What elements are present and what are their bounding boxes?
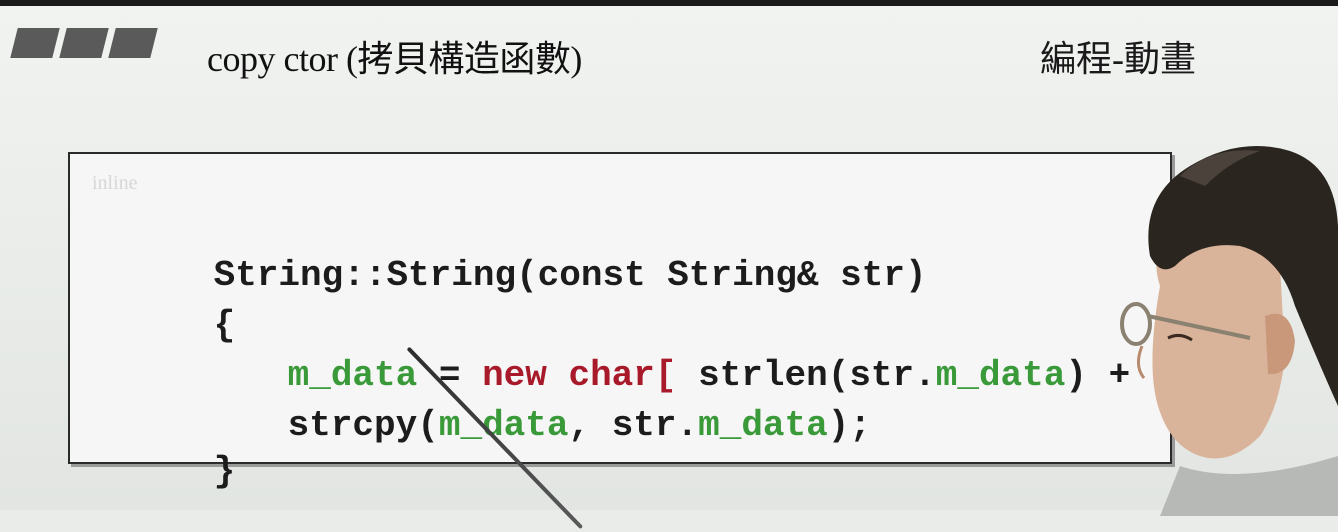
code-token: , str.: [568, 405, 699, 446]
ghost-label: inline: [92, 172, 138, 194]
presenter-silhouette-icon: [1120, 146, 1338, 516]
presenter-person: [1120, 106, 1338, 516]
code-token: }: [213, 451, 236, 492]
header-bar-1: [10, 28, 60, 58]
slide: copy ctor (拷貝構造函數) 編程-動畫 inline String::…: [0, 6, 1338, 530]
code-token: strcpy(: [287, 405, 439, 446]
code-token: );: [827, 405, 871, 446]
slide-title: copy ctor (拷貝構造函數): [207, 39, 582, 79]
slanted-bars-icon: [10, 28, 158, 60]
code-box: inline String::String(const String& str)…: [68, 152, 1172, 492]
code-token-member: m_data: [698, 405, 828, 446]
code-line-strcpy: strcpy(m_data, str.m_data);: [158, 366, 871, 486]
code-line-close-brace: }: [84, 412, 236, 532]
code-token: String::String(const String& str): [213, 255, 927, 296]
header-bar-2: [59, 28, 109, 58]
code-token-member: m_data: [438, 405, 569, 446]
header-bar-3: [108, 28, 158, 58]
slide-section-label: 編程-動畫: [1040, 39, 1196, 79]
code-token-member: m_data: [935, 355, 1066, 396]
